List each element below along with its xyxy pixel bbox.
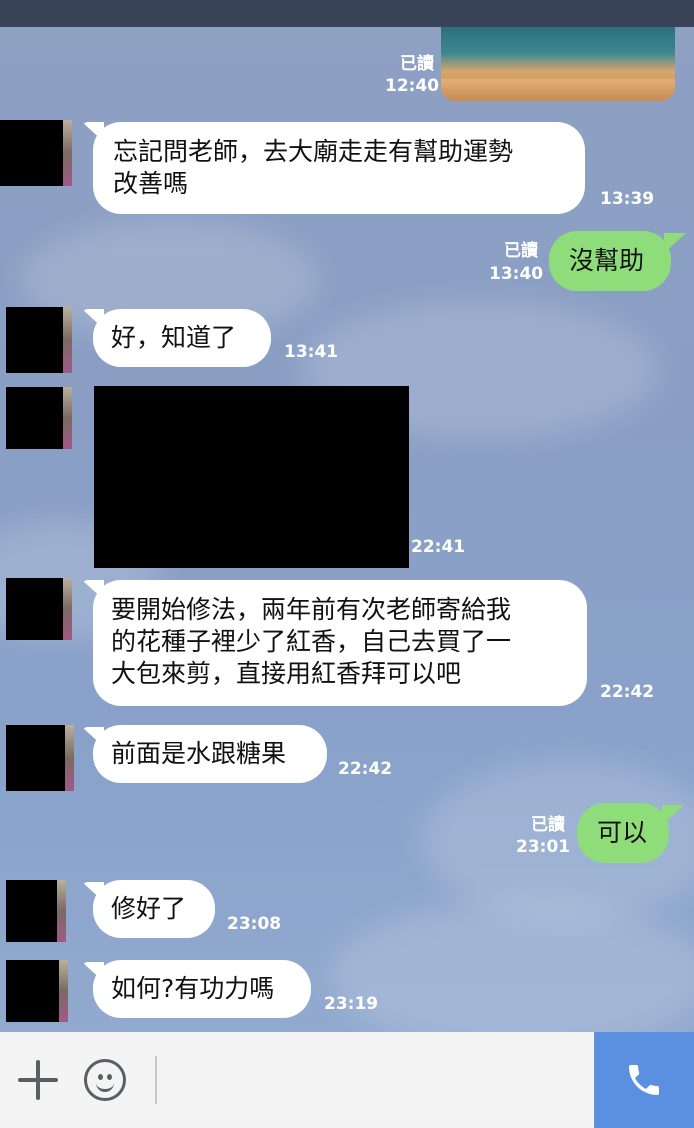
incoming-message: 忘記問老師，去大廟走走有幫助運勢 改善嗎 (93, 122, 585, 214)
incoming-message: 好，知道了 (93, 309, 271, 367)
message-input[interactable] (155, 1056, 157, 1104)
message-time: 22:42 (338, 759, 393, 779)
message-time: 23:08 (227, 914, 282, 934)
smile-icon[interactable] (84, 1059, 126, 1101)
avatar[interactable] (6, 387, 72, 449)
message-time: 13:41 (284, 342, 339, 362)
shared-photo[interactable] (441, 27, 675, 101)
read-receipt: 已讀 (531, 815, 565, 835)
read-receipt: 已讀 (400, 54, 434, 74)
bubble-tail (664, 233, 686, 253)
incoming-message: 如何?有功力嗎 (93, 960, 311, 1018)
phone-icon (629, 1065, 659, 1095)
message-time: 23:01 (516, 837, 571, 857)
call-button[interactable] (594, 1032, 694, 1128)
message-time: 13:39 (600, 189, 655, 209)
incoming-message: 要開始修法，兩年前有次老師寄給我 的花種子裡少了紅香，自己去買了一 大包來剪，直… (93, 580, 587, 706)
avatar[interactable] (6, 960, 68, 1022)
bubble-tail (662, 805, 684, 825)
status-bar (0, 0, 694, 27)
plus-icon[interactable] (14, 1056, 62, 1104)
message-time: 22:41 (411, 537, 466, 557)
message-time: 23:19 (324, 994, 379, 1014)
outgoing-message: 可以 (577, 803, 669, 863)
avatar[interactable] (0, 120, 72, 186)
message-time: 22:42 (600, 682, 655, 702)
read-receipt: 已讀 (504, 241, 538, 261)
avatar[interactable] (6, 880, 66, 942)
avatar[interactable] (6, 725, 74, 791)
message-time: 13:40 (489, 264, 544, 284)
outgoing-message: 沒幫助 (549, 231, 671, 291)
incoming-message: 前面是水跟糖果 (93, 725, 327, 783)
message-input-bar (0, 1032, 694, 1128)
avatar[interactable] (6, 307, 72, 373)
incoming-message: 修好了 (93, 880, 215, 938)
avatar[interactable] (6, 578, 72, 640)
message-time: 12:40 (385, 76, 440, 96)
redacted-image[interactable] (94, 386, 409, 568)
